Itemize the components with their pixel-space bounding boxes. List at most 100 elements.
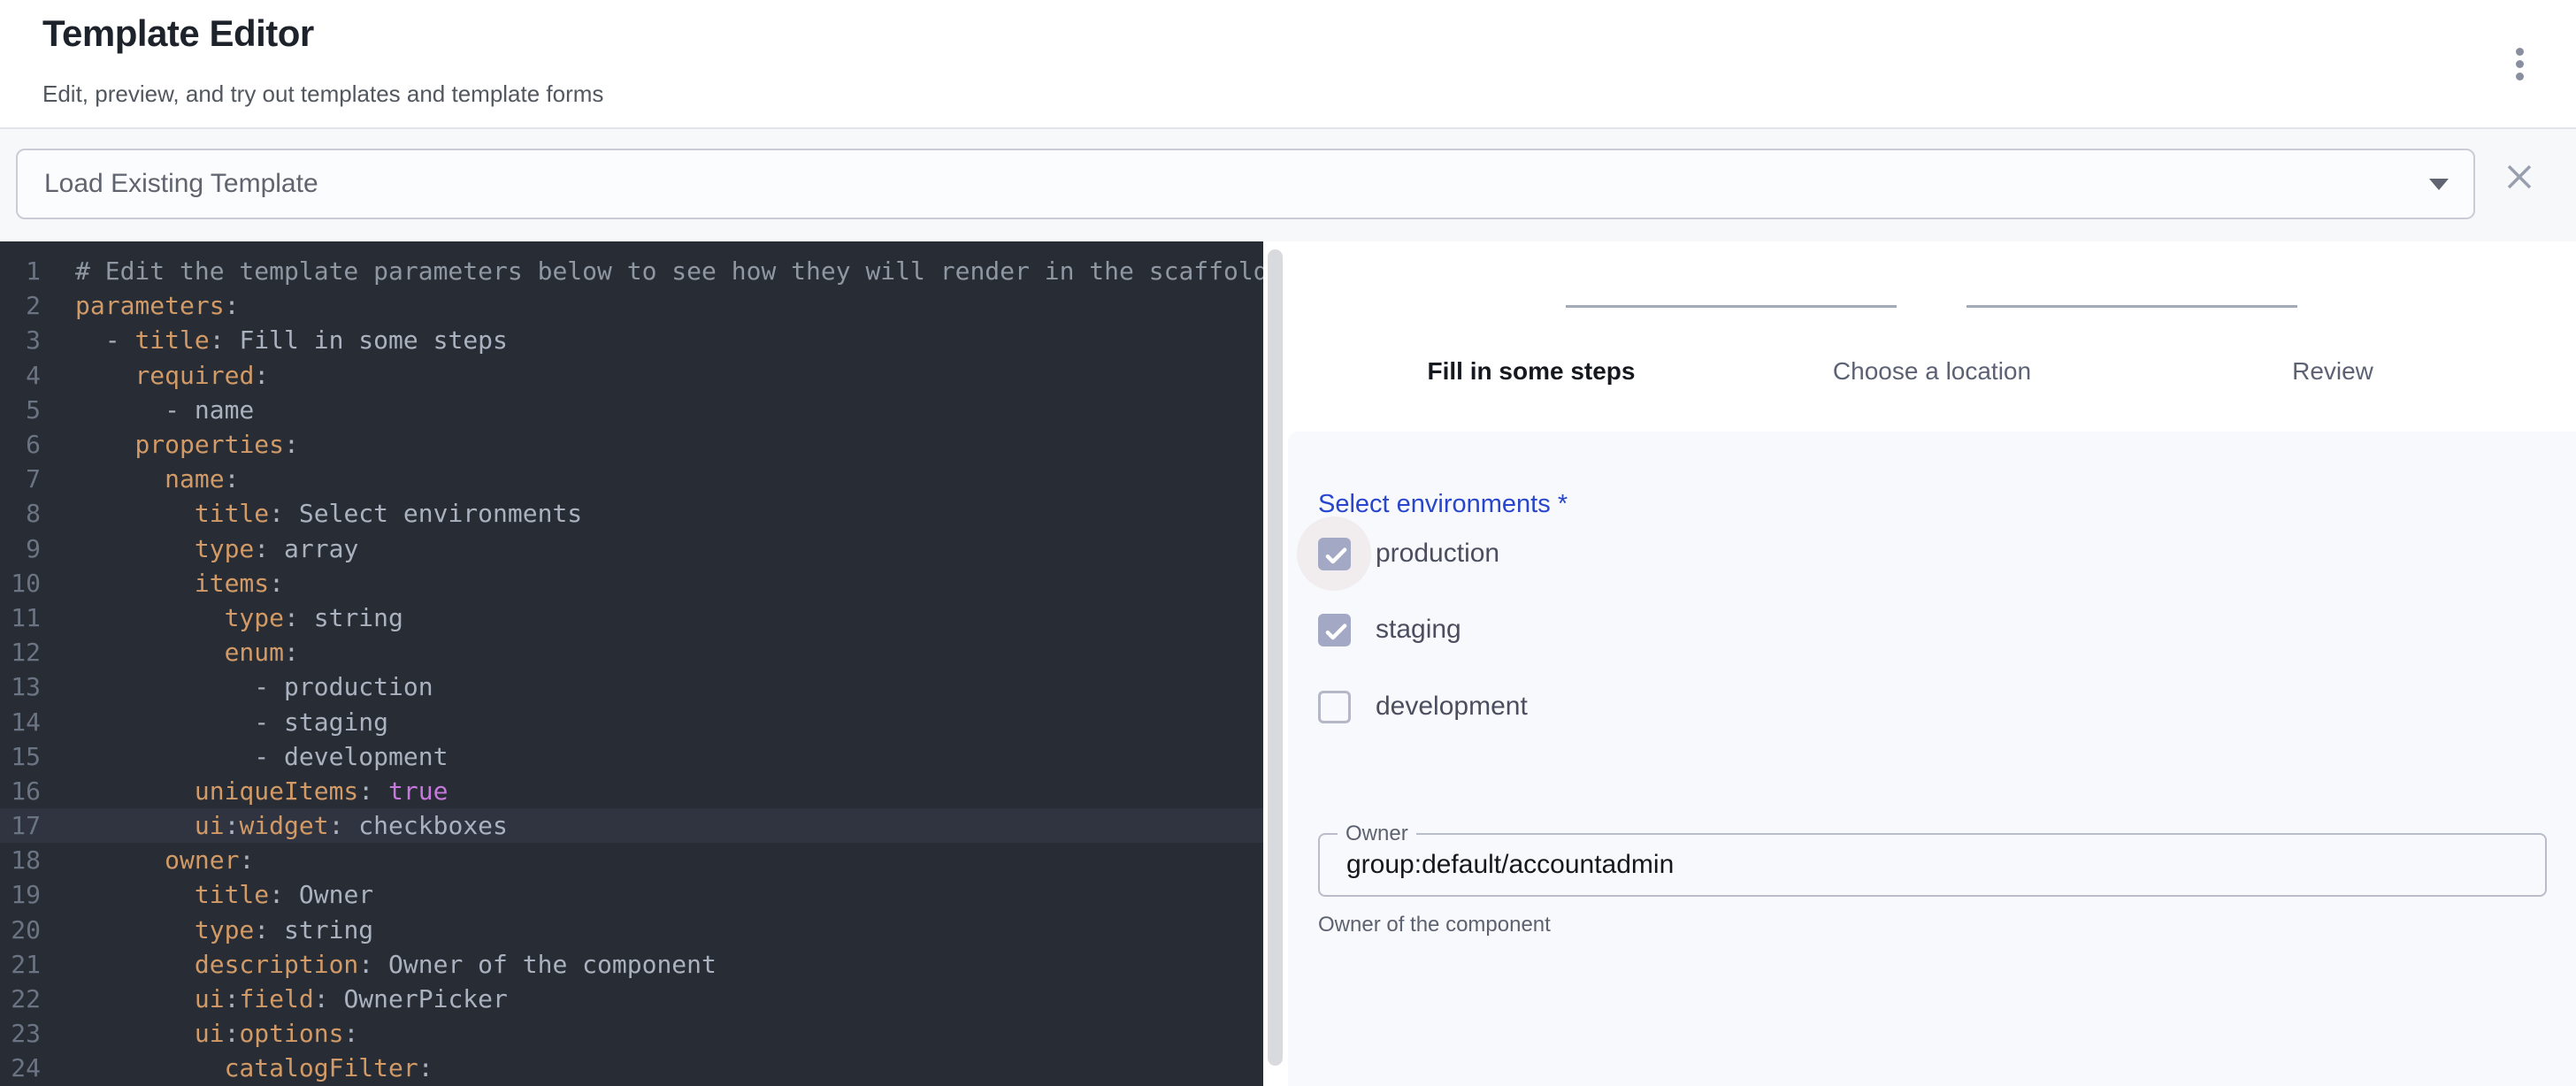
- code-text: title: Owner: [75, 880, 373, 909]
- code-line: 24 catalogFilter:: [0, 1051, 1263, 1085]
- line-number: 13: [0, 672, 41, 701]
- line-number: 16: [0, 776, 41, 806]
- step-connector: [1966, 305, 2297, 308]
- checkbox-label: production: [1376, 539, 1499, 569]
- code-text: parameters:: [75, 291, 239, 320]
- code-text: uniqueItems: true: [75, 776, 448, 806]
- code-line: 14 - staging: [0, 704, 1263, 738]
- code-line: 17 ui:widget: checkboxes: [0, 808, 1263, 843]
- checkmark-icon: [1322, 541, 1351, 570]
- code-text: - title: Fill in some steps: [75, 325, 508, 355]
- environments-field-label: Select environments *: [1318, 490, 1568, 519]
- line-number: 19: [0, 880, 41, 909]
- code-text: type: string: [75, 915, 373, 945]
- editor-scrollbar-thumb[interactable]: [1268, 249, 1283, 1066]
- wizard-stepper: 1 2 3 Fill in some steps Choose a locati…: [1288, 241, 2576, 432]
- editor-scrollbar-track: [1263, 241, 1288, 1086]
- line-number: 24: [0, 1053, 41, 1082]
- code-line: 16 uniqueItems: true: [0, 774, 1263, 808]
- code-line: 10 items:: [0, 566, 1263, 600]
- line-number: 17: [0, 811, 41, 840]
- code-line: 8 title: Select environments: [0, 496, 1263, 531]
- close-icon[interactable]: [2500, 157, 2539, 196]
- line-number: 1: [0, 256, 41, 286]
- line-number: 14: [0, 707, 41, 737]
- code-text: type: string: [75, 603, 403, 632]
- code-line: 22 ui:field: OwnerPicker: [0, 982, 1263, 1016]
- environments-label-text: Select environments: [1318, 490, 1551, 518]
- code-line: 2 parameters:: [0, 288, 1263, 323]
- code-text: owner:: [75, 845, 254, 875]
- line-number: 9: [0, 534, 41, 563]
- checkmark-icon: [1322, 617, 1351, 646]
- step-label: Review: [2156, 356, 2510, 386]
- checkbox-production[interactable]: [1318, 538, 1351, 570]
- code-line: 13 - production: [0, 669, 1263, 704]
- code-line: 20 type: string: [0, 913, 1263, 947]
- select-placeholder: Load Existing Template: [44, 150, 318, 218]
- code-text: type: array: [75, 534, 358, 563]
- code-text: - staging: [75, 707, 388, 737]
- line-number: 6: [0, 430, 41, 459]
- line-number: 15: [0, 742, 41, 771]
- code-text: name:: [75, 464, 239, 493]
- code-line: 15 - development: [0, 739, 1263, 774]
- kebab-menu-icon[interactable]: [2500, 41, 2539, 87]
- template-loader-bar: Load Existing Template: [0, 129, 2576, 241]
- code-text: required:: [75, 361, 269, 390]
- form-panel: Select environments * production staging: [1288, 432, 2576, 1086]
- code-text: ui:widget: checkboxes: [75, 811, 508, 840]
- template-editor-page: Template Editor Edit, preview, and try o…: [0, 0, 2576, 1086]
- line-number: 21: [0, 950, 41, 979]
- code-text: ui:options:: [75, 1019, 358, 1048]
- code-area: 1 # Edit the template parameters below to…: [0, 254, 1263, 1086]
- code-text: - production: [75, 672, 433, 701]
- code-line: 3 - title: Fill in some steps: [0, 323, 1263, 357]
- line-number: 4: [0, 361, 41, 390]
- page-subtitle: Edit, preview, and try out templates and…: [42, 80, 603, 108]
- line-number: 7: [0, 464, 41, 493]
- checkbox-label: development: [1376, 692, 1528, 722]
- code-text: title: Select environments: [75, 499, 582, 528]
- line-number: 22: [0, 984, 41, 1013]
- code-text: ui:field: OwnerPicker: [75, 984, 508, 1013]
- code-text: # Edit the template parameters below to …: [75, 256, 1263, 286]
- code-line: 6 properties:: [0, 427, 1263, 462]
- code-editor[interactable]: 1 # Edit the template parameters below to…: [0, 241, 1263, 1086]
- code-line: 5 - name: [0, 393, 1263, 427]
- code-text: - name: [75, 395, 254, 424]
- checkbox-development[interactable]: [1318, 691, 1351, 723]
- load-existing-template-select[interactable]: Load Existing Template: [16, 149, 2475, 219]
- step-connector: [1566, 305, 1897, 308]
- code-text: properties:: [75, 430, 299, 459]
- code-line: 7 name:: [0, 462, 1263, 496]
- checkbox-staging[interactable]: [1318, 614, 1351, 646]
- env-checkbox-row[interactable]: production: [1318, 537, 1499, 570]
- code-text: enum:: [75, 638, 299, 667]
- owner-helper-text: Owner of the component: [1318, 913, 1551, 937]
- line-number: 23: [0, 1019, 41, 1048]
- line-number: 10: [0, 569, 41, 598]
- env-checkbox-row[interactable]: development: [1318, 690, 1528, 723]
- code-text: description: Owner of the component: [75, 950, 717, 979]
- line-number: 5: [0, 395, 41, 424]
- line-number: 12: [0, 638, 41, 667]
- line-number: 2: [0, 291, 41, 320]
- code-text: items:: [75, 569, 284, 598]
- line-number: 18: [0, 845, 41, 875]
- code-line: 1 # Edit the template parameters below to…: [0, 254, 1263, 288]
- code-line: 23 ui:options:: [0, 1016, 1263, 1051]
- code-line: 4 required:: [0, 358, 1263, 393]
- owner-field-value[interactable]: group:default/accountadmin: [1346, 835, 2514, 895]
- owner-input[interactable]: Owner group:default/accountadmin: [1318, 833, 2547, 897]
- code-line: 18 owner:: [0, 843, 1263, 877]
- line-number: 20: [0, 915, 41, 945]
- code-line: 21 description: Owner of the component: [0, 947, 1263, 982]
- line-number: 11: [0, 603, 41, 632]
- line-number: 8: [0, 499, 41, 528]
- env-checkbox-row[interactable]: staging: [1318, 613, 1461, 646]
- code-line: 19 title: Owner: [0, 877, 1263, 912]
- step-label: Fill in some steps: [1354, 356, 1708, 386]
- caret-down-icon: [2429, 179, 2449, 190]
- required-marker: *: [1558, 490, 1568, 518]
